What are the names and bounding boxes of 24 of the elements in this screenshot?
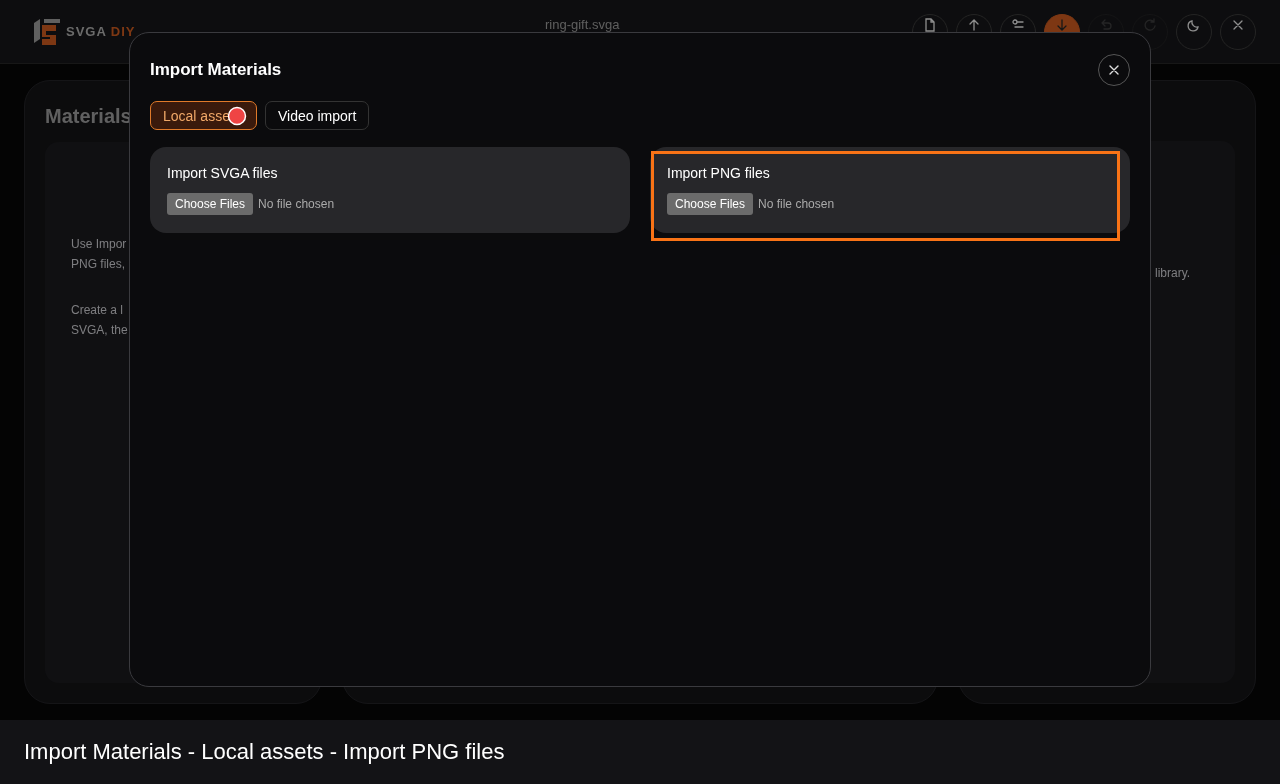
file-icon [923, 17, 937, 32]
choose-files-button[interactable]: Choose Files [167, 193, 254, 215]
hint-text: SVGA, the [71, 322, 129, 339]
caption-text: Import Materials - Local assets - Import PNG files [24, 739, 505, 765]
download-icon [1055, 17, 1069, 32]
card-title: Import PNG files [667, 165, 771, 181]
choose-files-button[interactable]: Choose Files [667, 193, 754, 215]
upload-icon [967, 17, 981, 32]
logo-icon [32, 16, 62, 47]
file-status: No file chosen [258, 197, 335, 211]
moon-icon [1187, 17, 1201, 32]
file-name: ring-gift.svga [545, 17, 621, 32]
hint-text: Create a l [71, 302, 125, 319]
tab[interactable]: Video import [264, 101, 370, 130]
close-icon [1108, 64, 1120, 76]
hint-text: library. [1155, 266, 1191, 280]
hint-text: PNG files, [71, 256, 126, 273]
logo-accent-text: DIY [110, 24, 136, 39]
logo-text: SVGA [66, 24, 107, 39]
dialog-title: Import Materials [150, 60, 282, 80]
file-status: No file chosen [758, 197, 835, 211]
hint-text: Use Impor [71, 236, 128, 253]
panel-title: Materials [45, 105, 132, 128]
card-title: Import SVGA files [167, 165, 279, 181]
